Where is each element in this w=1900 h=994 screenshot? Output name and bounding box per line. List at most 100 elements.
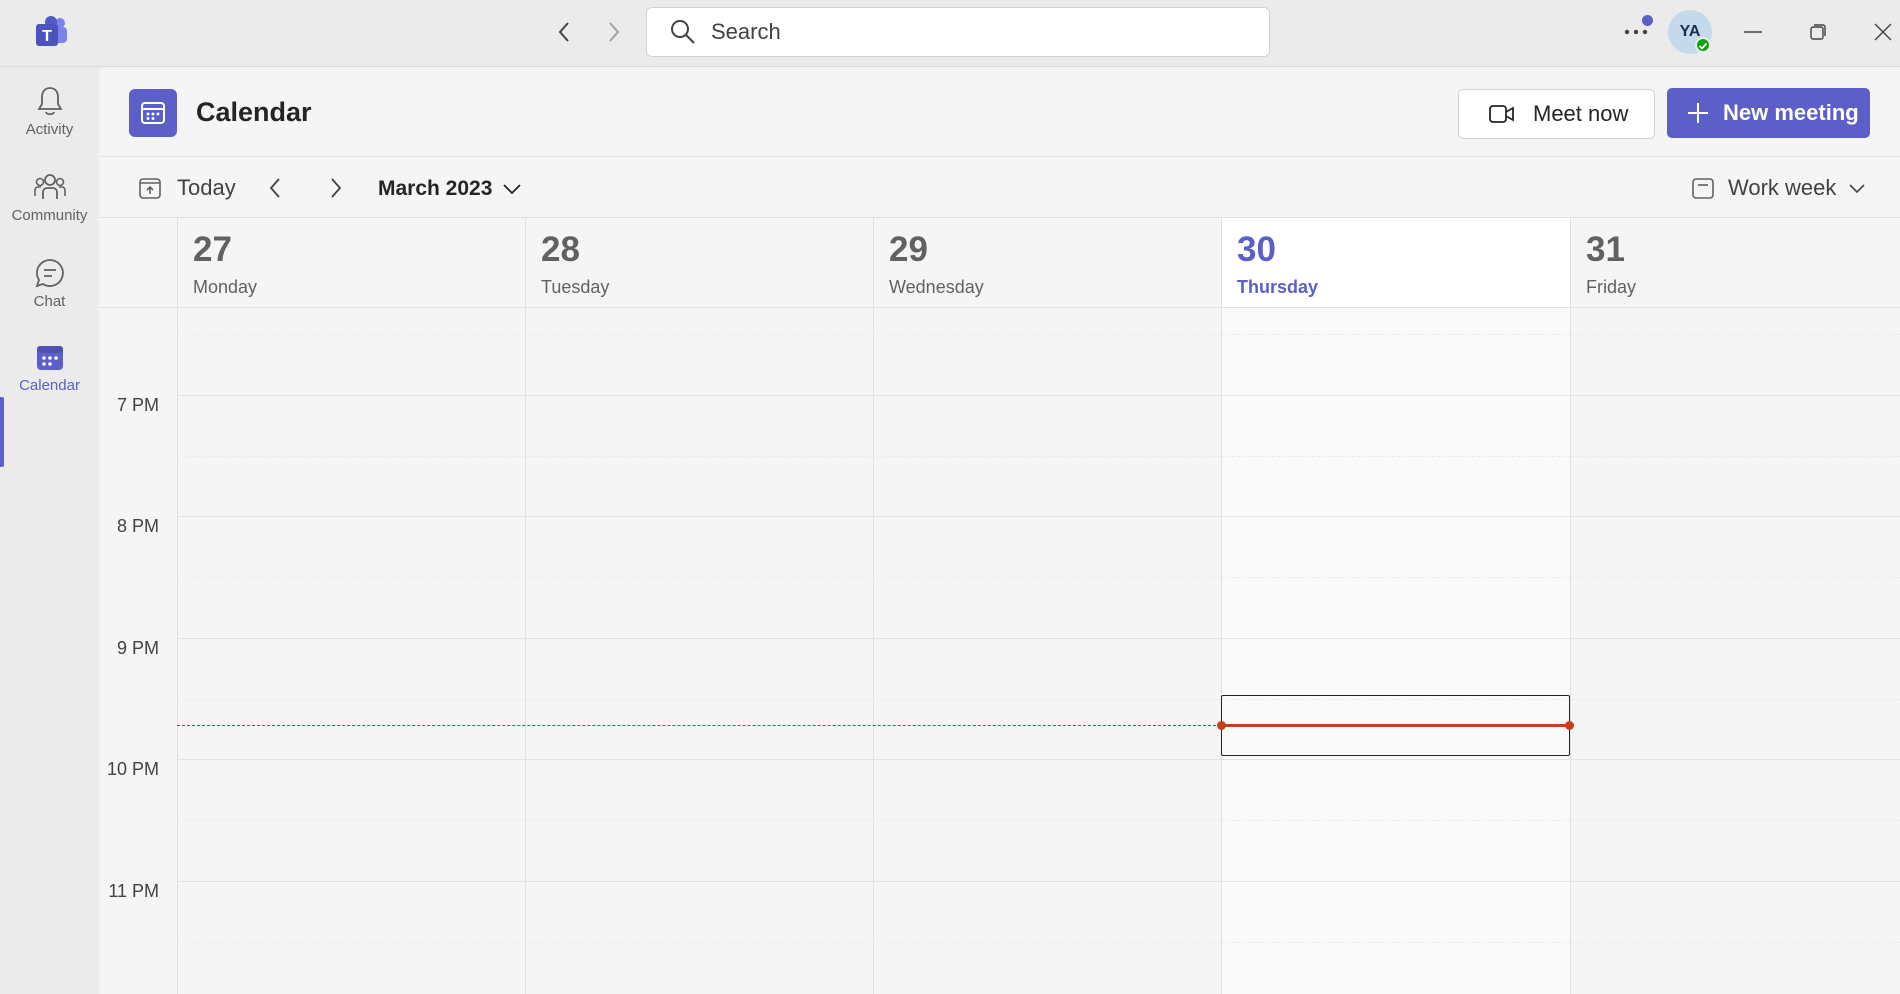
- day-header-monday[interactable]: 27 Monday: [177, 218, 525, 308]
- calendar-icon: [36, 346, 63, 370]
- rail-item-label: Community: [11, 207, 88, 224]
- time-label: 8 PM: [116, 516, 159, 536]
- rail-item-chat[interactable]: Chat: [0, 249, 99, 329]
- new-meeting-button[interactable]: New meeting: [1667, 88, 1870, 138]
- chevron-left-icon: [558, 22, 569, 42]
- notification-dot: [1642, 15, 1653, 26]
- minimize-icon: [1744, 31, 1762, 33]
- day-column-monday[interactable]: [177, 308, 525, 994]
- back-button[interactable]: [548, 16, 580, 48]
- day-column-friday[interactable]: [1570, 308, 1900, 994]
- chevron-right-icon: [609, 22, 620, 42]
- grid-line: [177, 820, 1900, 821]
- today-label: Today: [177, 175, 236, 200]
- restore-button[interactable]: [1800, 14, 1836, 50]
- grid-line: [177, 516, 1900, 517]
- app-rail: Activity Community Chat Calendar: [0, 67, 99, 994]
- day-name: Thursday: [1237, 277, 1319, 297]
- previous-week-button[interactable]: [260, 173, 290, 203]
- new-meeting-label: New meeting: [1723, 100, 1859, 125]
- current-time-line-today: [1221, 724, 1569, 727]
- forward-button[interactable]: [598, 16, 630, 48]
- chevron-down-icon: [1849, 183, 1865, 193]
- rail-item-activity[interactable]: Activity: [0, 77, 99, 157]
- day-header-tuesday[interactable]: 28 Tuesday: [525, 218, 873, 308]
- rail-item-label: Calendar: [19, 377, 80, 394]
- grid-line: [177, 456, 1900, 457]
- main-panel: Calendar Meet now New meeting Today Marc…: [99, 67, 1900, 994]
- restore-icon: [1810, 24, 1826, 40]
- day-number: 29: [889, 230, 928, 269]
- current-time-line: [177, 725, 1221, 726]
- calendar-app-icon: [129, 89, 177, 137]
- calendar-view-icon: [1692, 178, 1714, 199]
- day-header-thursday[interactable]: 30 Thursday: [1221, 218, 1570, 308]
- bell-icon: [36, 87, 63, 116]
- month-label: March 2023: [378, 177, 493, 200]
- day-number: 30: [1237, 230, 1276, 269]
- chevron-down-icon: [503, 184, 522, 195]
- day-name: Wednesday: [889, 277, 984, 297]
- grid-line: [177, 699, 1900, 700]
- close-button[interactable]: [1865, 14, 1900, 50]
- day-name: Friday: [1586, 277, 1637, 297]
- calendar-header: Calendar Meet now New meeting: [99, 67, 1900, 157]
- community-icon: [33, 174, 66, 199]
- grid-line: [177, 334, 1900, 335]
- current-time-dot: [1217, 721, 1226, 730]
- rail-item-community[interactable]: Community: [0, 163, 99, 243]
- rail-item-label: Activity: [25, 121, 74, 138]
- grid-line: [177, 395, 1900, 396]
- today-button[interactable]: Today: [139, 175, 236, 201]
- day-column-tuesday[interactable]: [525, 308, 873, 994]
- rail-item-calendar[interactable]: Calendar: [0, 335, 99, 415]
- title-bar: T Search YA: [0, 0, 1900, 67]
- video-camera-icon: [1489, 105, 1514, 123]
- view-label: Work week: [1728, 175, 1837, 200]
- day-header-friday[interactable]: 31 Friday: [1570, 218, 1900, 308]
- time-label: 9 PM: [116, 638, 159, 658]
- day-name: Tuesday: [541, 277, 610, 297]
- grid-line: [177, 942, 1900, 943]
- day-column-wednesday[interactable]: [873, 308, 1221, 994]
- search-icon: [671, 20, 695, 44]
- close-icon: [1874, 23, 1892, 41]
- svg-text:T: T: [42, 28, 52, 45]
- meet-now-button[interactable]: Meet now: [1458, 89, 1655, 139]
- grid-line: [177, 638, 1900, 639]
- time-label: 11 PM: [108, 881, 159, 901]
- search-placeholder: Search: [711, 19, 781, 44]
- rail-item-label: Chat: [33, 293, 66, 310]
- grid-line: [177, 759, 1900, 760]
- calendar-grid: 27 Monday 28 Tuesday 29 Wednesday 30 Thu…: [99, 217, 1900, 994]
- page-title: Calendar: [196, 97, 312, 127]
- teams-logo-icon: T: [30, 14, 70, 50]
- calendar-toolbar: Today March 2023 Work week: [99, 157, 1900, 217]
- calendar-today-icon: [139, 178, 161, 199]
- next-week-button[interactable]: [321, 173, 351, 203]
- chevron-right-icon: [331, 178, 342, 198]
- day-header-wednesday[interactable]: 29 Wednesday: [873, 218, 1221, 308]
- day-column-thursday[interactable]: [1221, 308, 1570, 994]
- chat-icon: [35, 259, 64, 288]
- grid-line: [177, 881, 1900, 882]
- time-gutter-header: [99, 218, 177, 308]
- time-grid: 7 PM 8 PM 9 PM 10 PM 11 PM: [99, 308, 1900, 994]
- day-number: 28: [541, 230, 580, 269]
- ellipsis-icon: [1624, 29, 1648, 35]
- chevron-left-icon: [269, 178, 280, 198]
- current-time-dot: [1565, 721, 1574, 730]
- plus-icon: [1688, 103, 1708, 123]
- search-input[interactable]: Search: [646, 7, 1270, 57]
- minimize-button[interactable]: [1735, 14, 1771, 50]
- day-number: 27: [193, 230, 232, 269]
- view-selector[interactable]: Work week: [1692, 175, 1866, 201]
- grid-line: [177, 577, 1900, 578]
- month-picker[interactable]: March 2023: [378, 177, 522, 201]
- day-name: Monday: [193, 277, 258, 297]
- time-label: 7 PM: [116, 395, 159, 415]
- time-label: 10 PM: [106, 759, 159, 779]
- meet-now-label: Meet now: [1533, 101, 1629, 126]
- day-number: 31: [1586, 230, 1625, 269]
- presence-available-icon: [1695, 37, 1711, 53]
